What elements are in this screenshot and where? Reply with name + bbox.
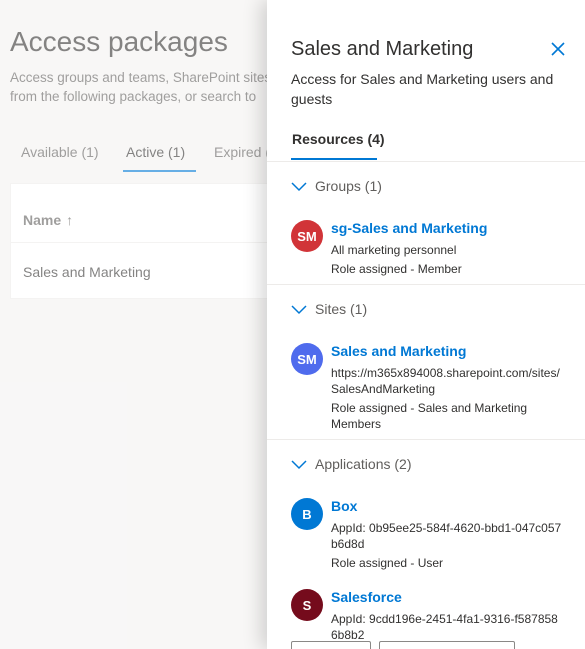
resources-panel: Sales and Marketing Access for Sales and… [267, 0, 585, 649]
chevron-down-icon [291, 305, 307, 315]
avatar: S [291, 589, 323, 621]
resource-link[interactable]: Box [331, 498, 357, 514]
panel-title: Sales and Marketing [291, 38, 474, 60]
resource-app-id: AppId: 9cdd196e-2451-4fa1-9316-f5878586b… [331, 612, 558, 642]
resource-role: Role assigned - User [331, 556, 444, 570]
chevron-down-icon [291, 460, 307, 470]
resource-link[interactable]: Salesforce [331, 589, 402, 605]
divider [267, 161, 585, 162]
panel-subtitle: Access for Sales and Marketing users and… [291, 71, 554, 107]
footer-button[interactable] [379, 641, 515, 649]
active-tab-indicator [291, 158, 377, 160]
section-label: Groups (1) [315, 178, 382, 194]
avatar: B [291, 498, 323, 530]
chevron-down-icon [291, 182, 307, 192]
avatar: SM [291, 343, 323, 375]
divider [267, 284, 585, 285]
resource-role: Role assigned - Sales and Marketing Memb… [331, 401, 528, 431]
resource-description: All marketing personnel [331, 243, 457, 257]
footer-button[interactable] [291, 641, 371, 649]
divider [267, 439, 585, 440]
resource-link[interactable]: sg-Sales and Marketing [331, 220, 487, 236]
resource-role: Role assigned - Member [331, 262, 462, 276]
resource-link[interactable]: Sales and Marketing [331, 343, 466, 359]
avatar: SM [291, 220, 323, 252]
close-button[interactable] [547, 38, 569, 60]
close-icon [551, 42, 565, 56]
resource-url: https://m365x894008.sharepoint.com/sites… [331, 366, 560, 396]
tab-resources[interactable]: Resources (4) [292, 131, 385, 147]
resource-app-id: AppId: 0b95ee25-584f-4620-bbd1-047c057b6… [331, 521, 562, 551]
section-label: Applications (2) [315, 456, 412, 472]
section-label: Sites (1) [315, 301, 368, 317]
